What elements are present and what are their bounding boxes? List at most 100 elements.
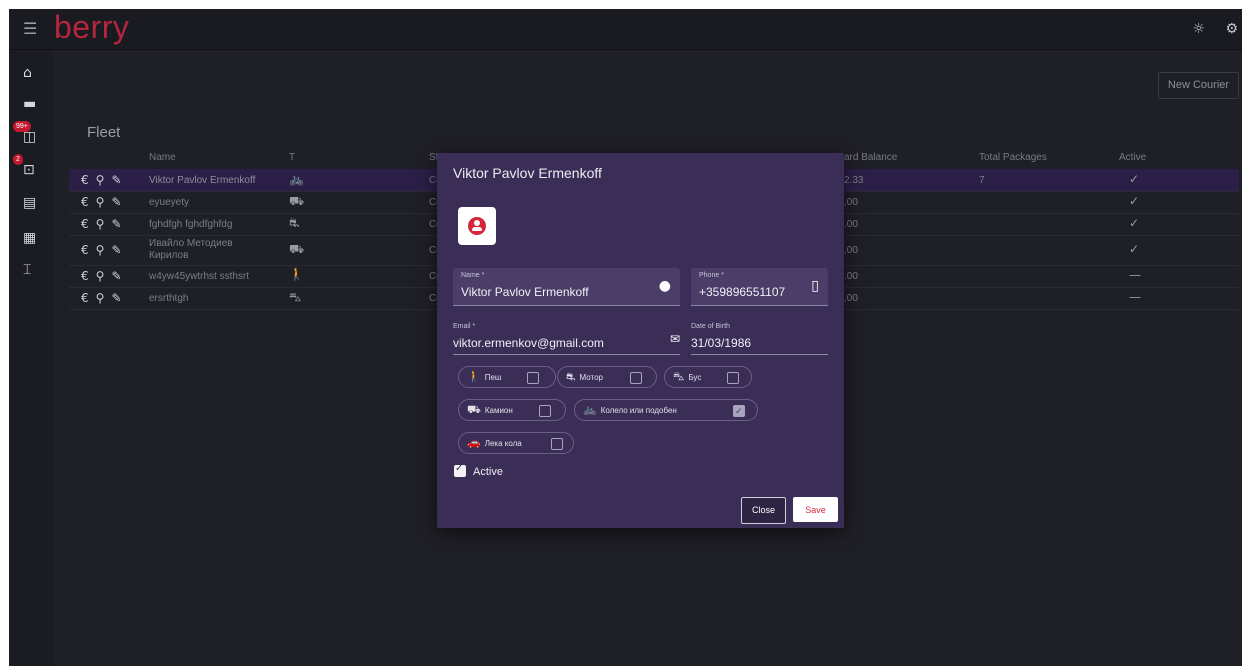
close-button[interactable]: Close [741,497,786,524]
total-packages: 7 [979,175,985,186]
column-header[interactable]: Total Packages [979,148,1047,168]
bike-scooter-icon: 🚲 [289,172,304,186]
truck-icon[interactable]: ▬ [23,97,36,111]
edit-pencil-icon[interactable]: ✎ [111,243,121,257]
moto-icon: ⛐ [289,216,300,230]
field-label: Name * [461,272,485,279]
phone-field[interactable]: Phone * +359896551107 ▯ [691,268,828,306]
sidebar: ⌂ ▬ ◫ 99+ ⊡ 2 ▤ ▦ ⌶ [9,50,54,666]
vehicle-chip-car[interactable]: 🚗 Лека кола [458,432,574,454]
chip-checkbox[interactable] [539,405,551,417]
inbox-download-icon[interactable]: ⊡ [23,163,35,177]
chip-label: Бус [688,373,702,382]
new-courier-button[interactable]: New Courier [1158,72,1239,99]
euro-icon[interactable]: € [81,217,89,231]
active-checkbox[interactable]: Active [454,463,503,478]
chip-label: Мотор [579,373,604,382]
courier-name: fghdfgh fghdfghfdg [149,219,233,230]
truck-icon: ⛟ [289,242,305,256]
edit-pencil-icon[interactable]: ✎ [111,217,121,231]
document-icon[interactable]: ▦ [23,231,36,245]
logo: berry [54,9,130,45]
field-label: Phone * [699,272,724,279]
chip-checkbox[interactable] [527,372,539,384]
chip-checkbox[interactable] [551,438,563,450]
checkbox-checked-icon[interactable] [454,463,466,477]
euro-icon[interactable]: € [81,291,89,305]
store-icon[interactable]: ▤ [23,196,36,210]
active-status: — [1129,268,1141,282]
bank-icon[interactable]: ⌶ [23,263,31,277]
location-pin-icon[interactable]: ⚲ [96,173,105,187]
courier-name: eyueyety [149,197,190,208]
row-actions: € ⚲ ✎ [81,217,129,231]
field-value: +359896551107 [699,285,786,299]
euro-icon[interactable]: € [81,195,89,209]
lightbulb-icon[interactable]: ☼ [1192,21,1205,37]
field-value: 31/03/1986 [691,336,752,350]
home-icon[interactable]: ⌂ [23,66,32,80]
active-status: ✓ [1129,242,1140,256]
edit-pencil-icon[interactable]: ✎ [111,291,121,305]
card-balance: .00 [844,293,858,304]
column-header[interactable]: Active [1119,148,1146,168]
field-value: viktor.ermenkov@gmail.com [453,336,604,350]
euro-icon[interactable]: € [81,243,89,257]
mobile-phone-icon: ▯ [811,278,819,294]
location-pin-icon[interactable]: ⚲ [96,291,105,305]
gear-icon[interactable]: ⚙ [1225,21,1238,37]
dialog-title: Viktor Pavlov Ermenkoff [453,165,602,181]
card-balance: 2.33 [844,175,864,186]
vehicle-chip-moto[interactable]: ⛐ Мотор [557,366,657,388]
vehicle-chip-bike[interactable]: 🚲 Колело или подобен [574,399,758,422]
location-pin-icon[interactable]: ⚲ [96,269,105,283]
active-status: ✓ [1129,216,1140,230]
location-pin-icon[interactable]: ⚲ [96,243,105,257]
walk-icon: 🚶 [467,370,481,383]
card-balance: .00 [844,219,858,230]
truck-icon: ⛟ [467,403,481,416]
save-button[interactable]: Save [793,497,838,522]
chip-checkbox[interactable] [630,372,642,384]
top-bar: ☰ berry ☼ ⚙ [9,9,1242,50]
chip-checkbox-checked[interactable] [733,402,745,422]
location-pin-icon[interactable]: ⚲ [96,217,105,231]
avatar[interactable] [458,207,496,245]
courier-name: w4yw45ywtrhst ssthsrt [149,271,250,282]
chip-checkbox[interactable] [727,372,739,384]
walk-icon: 🚶 [289,267,304,281]
active-status: ✓ [1129,194,1140,208]
hamburger-menu-icon[interactable]: ☰ [23,21,37,37]
vehicle-chip-walk[interactable]: 🚶 Пеш [458,366,556,388]
vehicle-chip-truck[interactable]: ⛟ Камион [458,399,566,421]
column-header[interactable]: Name [149,148,176,168]
name-field[interactable]: Name * Viktor Pavlov Ermenkoff ● [453,268,680,306]
package-icon[interactable]: ◫ [23,130,36,144]
edit-pencil-icon[interactable]: ✎ [111,173,121,187]
courier-name: Ивайло Методиев Кирилов [149,238,233,261]
field-label: Date of Birth [691,323,730,330]
van-icon: ⛍ [673,370,685,383]
column-header[interactable]: T [289,148,295,168]
card-balance: .00 [844,271,858,282]
location-pin-icon[interactable]: ⚲ [96,195,105,209]
car-icon: 🚗 [467,436,481,449]
vehicle-chip-van[interactable]: ⛍ Бус [664,366,752,388]
active-status: ✓ [1129,172,1140,186]
row-actions: € ⚲ ✎ [81,195,129,209]
column-header[interactable]: ard Balance [844,148,897,168]
email-field[interactable]: Email * viktor.ermenkov@gmail.com ✉ [453,319,680,355]
notification-badge: 2 [13,154,23,165]
chip-label: Пеш [484,373,502,382]
edit-pencil-icon[interactable]: ✎ [111,269,121,283]
chip-label: Камион [484,406,513,415]
date-of-birth-field[interactable]: Date of Birth 31/03/1986 [691,319,828,355]
edit-pencil-icon[interactable]: ✎ [111,195,121,209]
notification-badge: 99+ [13,121,31,132]
euro-icon[interactable]: € [81,173,89,187]
bike-scooter-icon: 🚲 [583,403,597,416]
row-actions: € ⚲ ✎ [81,243,129,257]
edit-courier-dialog: Viktor Pavlov Ermenkoff Name * Viktor Pa… [437,153,844,528]
euro-icon[interactable]: € [81,269,89,283]
row-actions: € ⚲ ✎ [81,269,129,283]
